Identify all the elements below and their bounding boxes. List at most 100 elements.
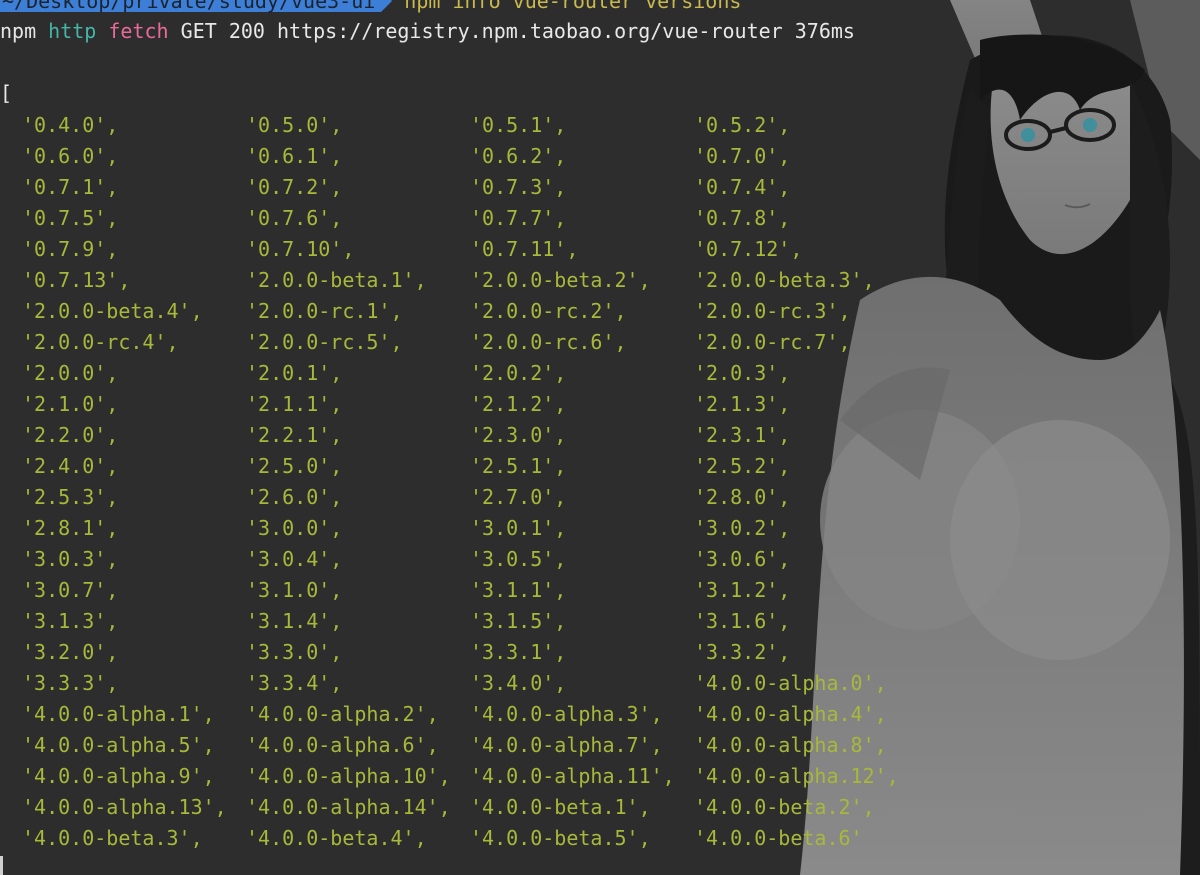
version-item: '2.5.2',: [694, 454, 791, 478]
version-item: '2.0.0-rc.3',: [694, 299, 851, 323]
version-item: '4.0.0-alpha.11',: [470, 764, 675, 788]
version-item: '0.7.9',: [22, 237, 119, 261]
version-item: '4.0.0-alpha.2',: [246, 702, 439, 726]
version-item: '0.7.3',: [470, 175, 567, 199]
version-item: '2.0.0-beta.3',: [694, 268, 875, 292]
version-item: '3.1.3',: [22, 609, 119, 633]
version-item: '2.0.2',: [470, 361, 567, 385]
version-item: '4.0.0-beta.6': [694, 826, 863, 850]
version-item: '2.5.0',: [246, 454, 343, 478]
version-item: '2.7.0',: [470, 485, 567, 509]
version-item: '2.0.0-rc.4',: [22, 330, 179, 354]
version-item: '2.0.1',: [246, 361, 343, 385]
version-item: '2.5.3',: [22, 485, 119, 509]
version-item: '0.7.6',: [246, 206, 343, 230]
version-item: '0.7.8',: [694, 206, 791, 230]
terminal-window[interactable]: ~/Desktop/private/study/vue3-ui npm info…: [0, 0, 1200, 875]
version-item: '3.0.5',: [470, 547, 567, 571]
version-item: '3.3.0',: [246, 640, 343, 664]
version-item: '4.0.0-alpha.10',: [246, 764, 451, 788]
version-item: '2.0.0-beta.2',: [470, 268, 651, 292]
version-item: '4.0.0-beta.1',: [470, 795, 651, 819]
version-item: '4.0.0-alpha.0',: [694, 671, 887, 695]
fetch-http-token: http: [48, 19, 97, 43]
version-item: '3.0.7',: [22, 578, 119, 602]
version-item: '2.6.0',: [246, 485, 343, 509]
version-item: '4.0.0-beta.2',: [694, 795, 875, 819]
version-item: '4.0.0-alpha.7',: [470, 733, 663, 757]
prompt-path: ~/Desktop/private/study/vue3-ui: [0, 0, 382, 12]
version-item: '2.8.1',: [22, 516, 119, 540]
version-item: '0.7.4',: [694, 175, 791, 199]
version-item: '0.6.2',: [470, 144, 567, 168]
version-item: '0.7.5',: [22, 206, 119, 230]
version-item: '2.1.1',: [246, 392, 343, 416]
text-cursor-icon: [0, 856, 3, 875]
version-item: '0.6.1',: [246, 144, 343, 168]
version-item: '4.0.0-alpha.5',: [22, 733, 215, 757]
fetch-details: GET 200 https://registry.npm.taobao.org/…: [180, 19, 855, 43]
version-item: '4.0.0-alpha.13',: [22, 795, 227, 819]
version-item: '2.0.3',: [694, 361, 791, 385]
version-item: '2.0.0-rc.2',: [470, 299, 627, 323]
version-item: '2.0.0-rc.6',: [470, 330, 627, 354]
version-item: '0.5.2',: [694, 113, 791, 137]
version-item: '2.5.1',: [470, 454, 567, 478]
version-item: '2.2.0',: [22, 423, 119, 447]
version-item: '0.7.11',: [470, 237, 579, 261]
version-item: '3.1.6',: [694, 609, 791, 633]
version-item: '2.0.0-rc.7',: [694, 330, 851, 354]
version-item: '3.0.2',: [694, 516, 791, 540]
version-item: '0.4.0',: [22, 113, 119, 137]
prompt-arrow-icon: [381, 0, 393, 12]
version-item: '0.7.10',: [246, 237, 355, 261]
version-item: '0.7.7',: [470, 206, 567, 230]
version-item: '3.3.3',: [22, 671, 119, 695]
version-item: '3.0.4',: [246, 547, 343, 571]
version-item: '4.0.0-alpha.8',: [694, 733, 887, 757]
version-item: '2.8.0',: [694, 485, 791, 509]
prompt-command: npm info vue-router versions: [404, 0, 742, 13]
version-item: '0.7.1',: [22, 175, 119, 199]
version-item: '3.4.0',: [470, 671, 567, 695]
version-item: '0.6.0',: [22, 144, 119, 168]
version-item: '3.1.0',: [246, 578, 343, 602]
version-item: '2.3.0',: [470, 423, 567, 447]
version-item: '2.3.1',: [694, 423, 791, 447]
version-item: '2.0.0-beta.4',: [22, 299, 203, 323]
version-item: '4.0.0-alpha.14',: [246, 795, 451, 819]
version-item: '2.4.0',: [22, 454, 119, 478]
version-item: '2.1.3',: [694, 392, 791, 416]
version-item: '4.0.0-alpha.9',: [22, 764, 215, 788]
version-item: '3.0.1',: [470, 516, 567, 540]
version-item: '0.5.0',: [246, 113, 343, 137]
version-item: '3.1.1',: [470, 578, 567, 602]
version-item: '3.0.0',: [246, 516, 343, 540]
fetch-fetch-token: fetch: [108, 19, 169, 43]
version-item: '3.2.0',: [22, 640, 119, 664]
version-item: '2.0.0-beta.1',: [246, 268, 427, 292]
version-item: '4.0.0-alpha.3',: [470, 702, 663, 726]
array-open-bracket: [: [0, 81, 13, 105]
fetch-npm-token: npm: [0, 19, 37, 43]
version-item: '0.7.12',: [694, 237, 803, 261]
version-item: '4.0.0-alpha.4',: [694, 702, 887, 726]
version-item: '0.7.13',: [22, 268, 131, 292]
version-item: '3.3.1',: [470, 640, 567, 664]
version-item: '3.1.5',: [470, 609, 567, 633]
version-item: '2.1.2',: [470, 392, 567, 416]
versions-list: '0.4.0', '0.5.0', '0.5.1', '0.5.2', '0.6.0',…: [22, 110, 918, 854]
version-item: '4.0.0-beta.5',: [470, 826, 651, 850]
version-item: '3.0.6',: [694, 547, 791, 571]
version-item: '4.0.0-alpha.6',: [246, 733, 439, 757]
version-item: '3.3.4',: [246, 671, 343, 695]
version-item: '0.7.2',: [246, 175, 343, 199]
version-item: '4.0.0-alpha.1',: [22, 702, 215, 726]
version-item: '2.0.0-rc.1',: [246, 299, 403, 323]
fetch-log-line: npm http fetch GET 200 https://registry.…: [0, 16, 855, 46]
version-item: '3.0.3',: [22, 547, 119, 571]
version-item: '4.0.0-alpha.12',: [694, 764, 899, 788]
version-item: '3.1.2',: [694, 578, 791, 602]
version-item: '0.7.0',: [694, 144, 791, 168]
version-item: '0.5.1',: [470, 113, 567, 137]
